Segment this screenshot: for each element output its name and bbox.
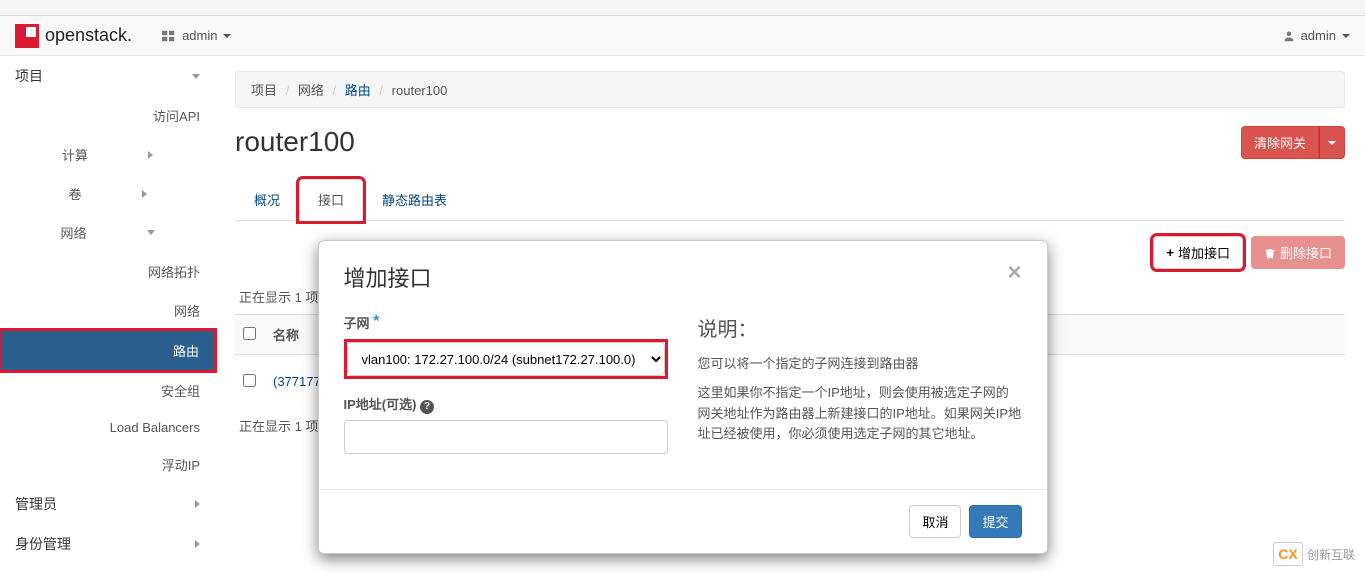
submit-button[interactable]: 提交 [969, 505, 1021, 538]
user-dropdown[interactable]: admin [1283, 28, 1350, 43]
sidebar-sub-label: 计算 [62, 145, 88, 164]
subnet-label: 子网 * [344, 313, 668, 333]
sidebar-group-admin[interactable]: 管理员 [0, 484, 215, 524]
sidebar-sub-label: 卷 [68, 184, 81, 203]
user-icon [1283, 30, 1295, 42]
required-icon: * [373, 313, 379, 330]
breadcrumb-sep: / [333, 83, 337, 98]
modal-title: 增加接口 [344, 261, 432, 293]
chevron-right-icon [142, 190, 147, 198]
sidebar-group-identity[interactable]: 身份管理 [0, 524, 215, 564]
clear-gateway-dropdown[interactable] [1319, 126, 1345, 159]
watermark-text: 创新互联 [1307, 546, 1355, 563]
add-interface-button[interactable]: + 增加接口 [1153, 236, 1243, 269]
sidebar-sub-label: 网络 [60, 223, 86, 242]
user-dropdown-label: admin [1301, 28, 1336, 43]
page-title: router100 [235, 126, 355, 158]
header: openstack. admin admin [0, 16, 1365, 56]
brand-text: openstack. [45, 25, 132, 46]
openstack-icon [15, 24, 39, 48]
breadcrumb: 项目 / 网络 / 路由 / router100 [235, 71, 1345, 108]
caret-down-icon [1342, 34, 1350, 38]
desc-title: 说明： [698, 313, 1022, 342]
sidebar-group-project[interactable]: 项目 [0, 56, 215, 96]
caret-down-icon [1328, 141, 1336, 145]
breadcrumb-link-router[interactable]: 路由 [345, 83, 371, 98]
breadcrumb-current: router100 [392, 83, 448, 98]
sidebar-sub-volume[interactable]: 卷 [0, 174, 215, 213]
row-checkbox[interactable] [243, 374, 256, 387]
ip-input[interactable] [344, 420, 668, 454]
tab-interfaces[interactable]: 接口 [299, 179, 363, 221]
chevron-right-icon [195, 500, 200, 508]
delete-interface-button[interactable]: 删除接口 [1251, 236, 1345, 269]
watermark: CX 创新互联 [1273, 542, 1355, 566]
cancel-button[interactable]: 取消 [909, 505, 961, 538]
breadcrumb-sep: / [379, 83, 383, 98]
delete-interface-label: 删除接口 [1280, 243, 1332, 262]
breadcrumb-item: 网络 [298, 83, 324, 98]
sidebar-group-label: 身份管理 [15, 534, 71, 554]
tabs: 概况 接口 静态路由表 [235, 179, 1345, 221]
sidebar-group-label: 项目 [15, 66, 43, 86]
sidebar-sub-compute[interactable]: 计算 [0, 135, 215, 174]
chevron-down-icon [147, 230, 155, 235]
watermark-logo-icon: CX [1273, 542, 1303, 566]
project-dropdown[interactable]: admin [162, 28, 231, 43]
sidebar-item-access-api[interactable]: 访问API [0, 96, 215, 135]
tab-overview[interactable]: 概况 [235, 179, 299, 220]
sidebar-item-security-groups[interactable]: 安全组 [0, 371, 215, 410]
sidebar-group-label: 管理员 [15, 494, 57, 514]
sidebar-item-router[interactable]: 路由 [0, 328, 217, 373]
brand-logo: openstack. [15, 24, 132, 48]
caret-down-icon [223, 34, 231, 38]
sidebar: 项目 访问API 计算 卷 网络 网络拓扑 网络 路由 安全组 Load Bal… [0, 56, 215, 564]
desc-p1: 您可以将一个指定的子网连接到路由器 [698, 354, 1022, 375]
project-dropdown-label: admin [182, 28, 217, 43]
plus-icon: + [1166, 245, 1174, 260]
sidebar-item-topology[interactable]: 网络拓扑 [0, 252, 215, 291]
select-all-checkbox[interactable] [243, 327, 256, 340]
sidebar-item-load-balancers[interactable]: Load Balancers [0, 410, 215, 445]
desc-p2: 这里如果你不指定一个IP地址，则会使用被选定子网的网关地址作为路由器上新建接口的… [698, 383, 1022, 445]
subnet-label-text: 子网 [344, 316, 370, 331]
breadcrumb-item: 项目 [251, 83, 277, 98]
subnet-select[interactable]: vlan100: 172.27.100.0/24 (subnet172.27.1… [347, 342, 665, 376]
ip-label-text: IP地址(可选) [344, 397, 417, 412]
breadcrumb-sep: / [286, 83, 290, 98]
chevron-right-icon [195, 540, 200, 548]
sidebar-item-networks[interactable]: 网络 [0, 291, 215, 330]
modal-close-button[interactable]: × [1007, 261, 1021, 293]
clear-gateway-button[interactable]: 清除网关 [1241, 126, 1319, 159]
add-interface-label: 增加接口 [1178, 243, 1230, 262]
sidebar-sub-network[interactable]: 网络 [0, 213, 215, 252]
ip-label: IP地址(可选) ? [344, 394, 668, 414]
add-interface-modal: 增加接口 × 子网 * vlan100: 172.27.100.0/24 (su… [318, 240, 1048, 554]
tab-static-routing[interactable]: 静态路由表 [363, 179, 466, 220]
trash-icon [1264, 247, 1276, 259]
chevron-right-icon [148, 151, 153, 159]
projects-icon [162, 29, 176, 43]
sidebar-item-floating-ip[interactable]: 浮动IP [0, 445, 215, 484]
chevron-down-icon [192, 74, 200, 79]
help-icon[interactable]: ? [420, 400, 434, 414]
